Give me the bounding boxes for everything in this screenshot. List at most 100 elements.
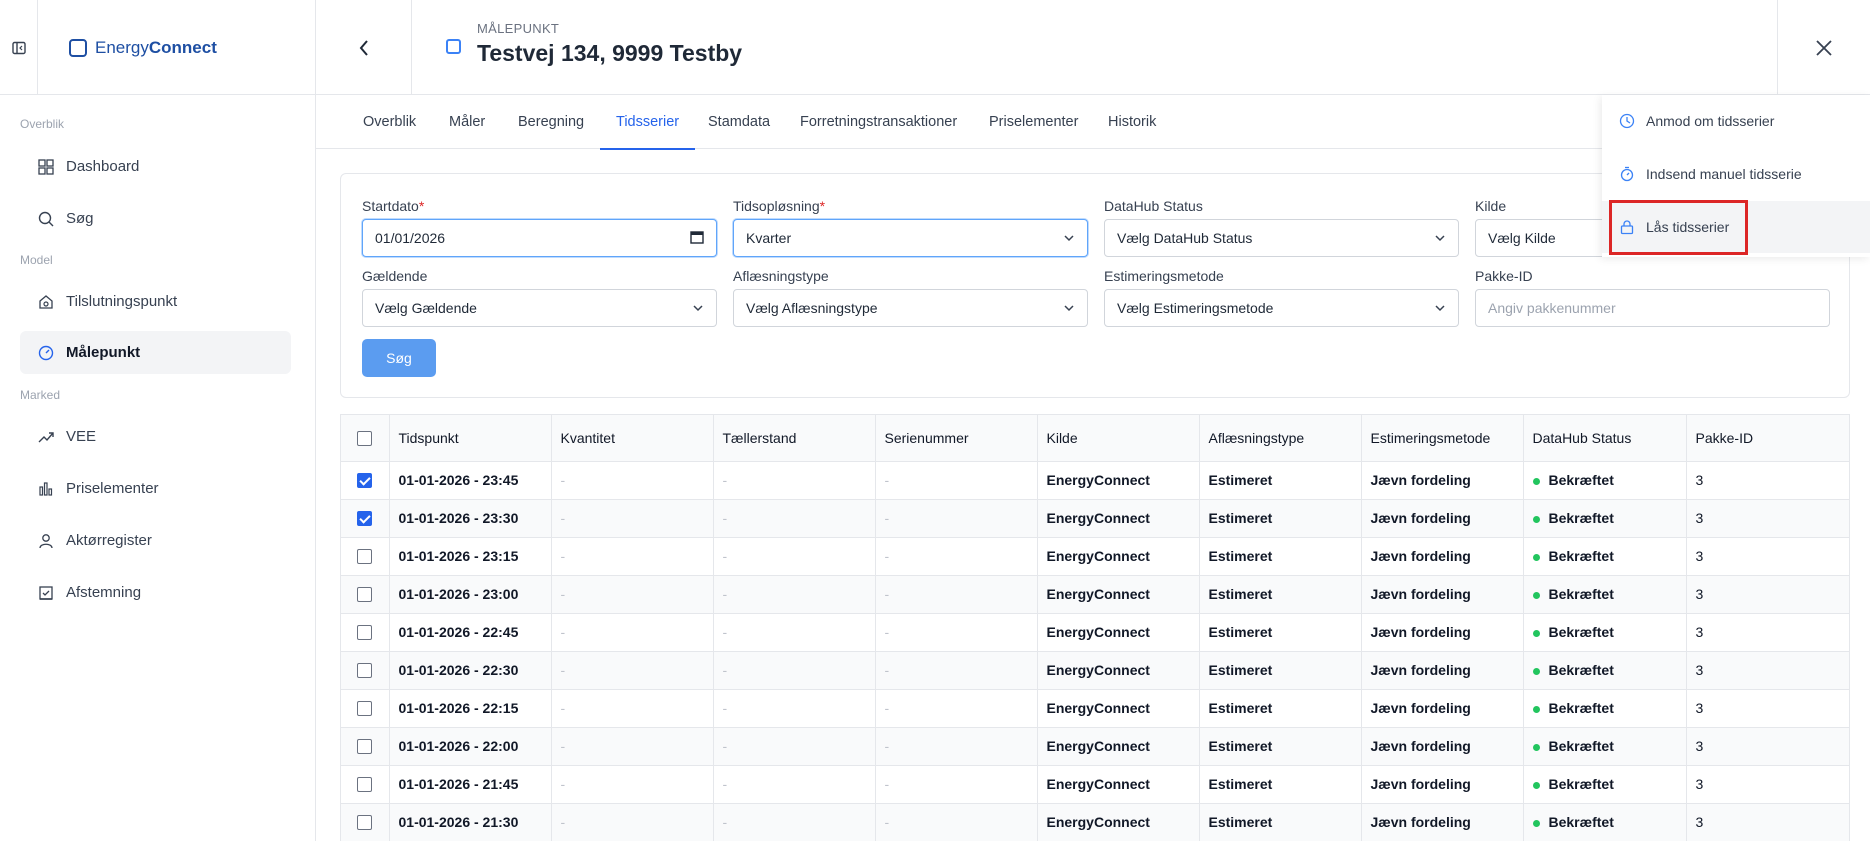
cell-text: Jævn fordeling — [1370, 586, 1471, 602]
row-checkbox[interactable] — [357, 587, 373, 603]
menu-item-las-tidsserier[interactable]: Lås tidsserier — [1602, 201, 1870, 253]
column-header[interactable]: Tællerstand — [713, 415, 876, 462]
gaeldende-select[interactable]: Vælg Gældende — [362, 289, 717, 327]
cell-taellerstand: - — [713, 537, 876, 576]
close-button[interactable] — [1777, 0, 1870, 95]
cell-text: - — [722, 624, 728, 640]
menu-item-label: Indsend manuel tidsserie — [1646, 166, 1802, 182]
cell-text: Jævn fordeling — [1370, 738, 1471, 754]
row-checkbox[interactable] — [357, 777, 373, 793]
sidebar-item-label: Målepunkt — [66, 344, 141, 361]
cell-text: Estimeret — [1208, 624, 1273, 640]
cell-text: Jævn fordeling — [1370, 814, 1471, 830]
chevron-down-icon — [692, 302, 704, 314]
cell-serienummer: - — [875, 537, 1038, 576]
sidebar-item-afstemning[interactable]: Afstemning — [20, 571, 291, 614]
cell-aflaesningstype: Estimeret — [1199, 575, 1362, 614]
table-row[interactable]: 01-01-2026 - 23:15 - - - EnergyConnect Estime… — [341, 537, 1849, 576]
table-row[interactable]: 01-01-2026 - 22:15 - - - EnergyConnect Estime… — [341, 689, 1849, 728]
cell-aflaesningstype: Estimeret — [1199, 765, 1362, 804]
sidebar-item-dashboard[interactable]: Dashboard — [20, 145, 291, 188]
cell-estimeringsmetode: Jævn fordeling — [1361, 461, 1524, 500]
cell-status: Bekræftet — [1523, 689, 1687, 728]
column-header[interactable]: Tidspunkt — [389, 415, 552, 462]
brand-logo[interactable]: EnergyConnect — [38, 0, 316, 95]
datahub-status-label: DataHub Status — [1104, 198, 1203, 214]
column-header[interactable]: Pakke-ID — [1686, 415, 1849, 462]
cell-estimeringsmetode: Jævn fordeling — [1361, 537, 1524, 576]
cell-status: Bekræftet — [1523, 727, 1687, 766]
cell-tidspunkt: 01-01-2026 - 23:30 — [389, 499, 552, 538]
aflaesningstype-select[interactable]: Vælg Aflæsningstype — [733, 289, 1088, 327]
table-row[interactable]: 01-01-2026 - 21:45 - - - EnergyConnect Estime… — [341, 765, 1849, 804]
tab-maler[interactable]: Måler — [449, 95, 485, 149]
table-row[interactable]: 01-01-2026 - 22:30 - - - EnergyConnect Estime… — [341, 651, 1849, 690]
row-checkbox[interactable] — [357, 625, 373, 641]
gauge-icon — [36, 343, 56, 363]
chevron-down-icon — [1434, 302, 1446, 314]
table-row[interactable]: 01-01-2026 - 23:00 - - - EnergyConnect Estime… — [341, 575, 1849, 614]
tab-stamdata[interactable]: Stamdata — [708, 95, 770, 149]
column-header[interactable]: Serienummer — [875, 415, 1038, 462]
select-all-checkbox[interactable] — [357, 431, 373, 447]
cell-text: - — [560, 738, 566, 754]
cell-estimeringsmetode: Jævn fordeling — [1361, 727, 1524, 766]
row-checkbox[interactable] — [357, 473, 373, 489]
cell-text: - — [560, 472, 566, 488]
tab-beregning[interactable]: Beregning — [518, 95, 584, 149]
tab-historik[interactable]: Historik — [1108, 95, 1156, 149]
cell-text: Jævn fordeling — [1370, 662, 1471, 678]
sidebar-item-vee[interactable]: VEE — [20, 415, 291, 458]
cell-kvantitet: - — [551, 765, 714, 804]
table-row[interactable]: 01-01-2026 - 23:45 - - - EnergyConnect Estime… — [341, 461, 1849, 500]
column-header[interactable]: DataHub Status — [1523, 415, 1687, 462]
row-checkbox[interactable] — [357, 701, 373, 717]
cell-estimeringsmetode: Jævn fordeling — [1361, 575, 1524, 614]
cell-kilde: EnergyConnect — [1037, 727, 1200, 766]
tab-tidsserier[interactable]: Tidsserier — [599, 95, 696, 150]
datahub-status-select[interactable]: Vælg DataHub Status — [1104, 219, 1459, 257]
chevron-down-icon — [1063, 232, 1075, 244]
row-checkbox[interactable] — [357, 511, 373, 527]
column-header[interactable]: Aflæsningstype — [1199, 415, 1362, 462]
back-button[interactable] — [316, 0, 412, 95]
cell-text: Estimeret — [1208, 662, 1273, 678]
cell-text: EnergyConnect — [1046, 624, 1150, 640]
row-checkbox[interactable] — [357, 739, 373, 755]
row-checkbox[interactable] — [357, 663, 373, 679]
tab-forretningstransaktioner[interactable]: Forretningstransaktioner — [800, 95, 957, 149]
column-header[interactable]: Estimeringsmetode — [1361, 415, 1524, 462]
tidsoplosning-select[interactable]: Kvarter — [733, 219, 1088, 257]
menu-item-indsend-manuel[interactable]: Indsend manuel tidsserie — [1602, 148, 1870, 200]
table-row[interactable]: 01-01-2026 - 21:30 - - - EnergyConnect Estime… — [341, 803, 1849, 841]
estimeringsmetode-value: Vælg Estimeringsmetode — [1117, 300, 1274, 316]
sidebar-item-priselementer[interactable]: Priselementer — [20, 467, 291, 510]
calendar-icon[interactable] — [690, 230, 704, 244]
table-row[interactable]: 01-01-2026 - 23:30 - - - EnergyConnect Estime… — [341, 499, 1849, 538]
sidebar-item-search[interactable]: Søg — [20, 197, 291, 240]
estimeringsmetode-select[interactable]: Vælg Estimeringsmetode — [1104, 289, 1459, 327]
search-button[interactable]: Søg — [362, 339, 436, 377]
table-row[interactable]: 01-01-2026 - 22:45 - - - EnergyConnect Estime… — [341, 613, 1849, 652]
status-dot-icon — [1532, 591, 1540, 599]
pakke-id-input[interactable]: Angiv pakkenummer — [1475, 289, 1830, 327]
column-header[interactable]: Kilde — [1037, 415, 1200, 462]
dashboard-icon — [36, 157, 56, 177]
cell-kvantitet: - — [551, 461, 714, 500]
sidebar-item-aktorregister[interactable]: Aktørregister — [20, 519, 291, 562]
column-header[interactable]: Kvantitet — [551, 415, 714, 462]
cell-status: Bekræftet — [1523, 651, 1687, 690]
sidebar-item-tilslutningspunkt[interactable]: Tilslutningspunkt — [20, 280, 291, 323]
menu-item-anmod-tidsserier[interactable]: Anmod om tidsserier — [1602, 95, 1870, 147]
startdato-input[interactable]: 01/01/2026 — [362, 219, 717, 257]
tab-priselementer[interactable]: Priselementer — [989, 95, 1078, 149]
row-checkbox[interactable] — [357, 815, 373, 831]
sidebar-toggle-button[interactable] — [0, 0, 38, 95]
cell-text: Bekræftet — [1548, 814, 1614, 830]
cell-pakke-id: 3 — [1686, 727, 1849, 766]
row-checkbox[interactable] — [357, 549, 373, 565]
cell-text: 01-01-2026 - 22:45 — [398, 624, 519, 640]
table-row[interactable]: 01-01-2026 - 22:00 - - - EnergyConnect Estime… — [341, 727, 1849, 766]
tab-overblik[interactable]: Overblik — [363, 95, 416, 149]
sidebar-item-malepunkt[interactable]: Målepunkt — [20, 331, 291, 374]
